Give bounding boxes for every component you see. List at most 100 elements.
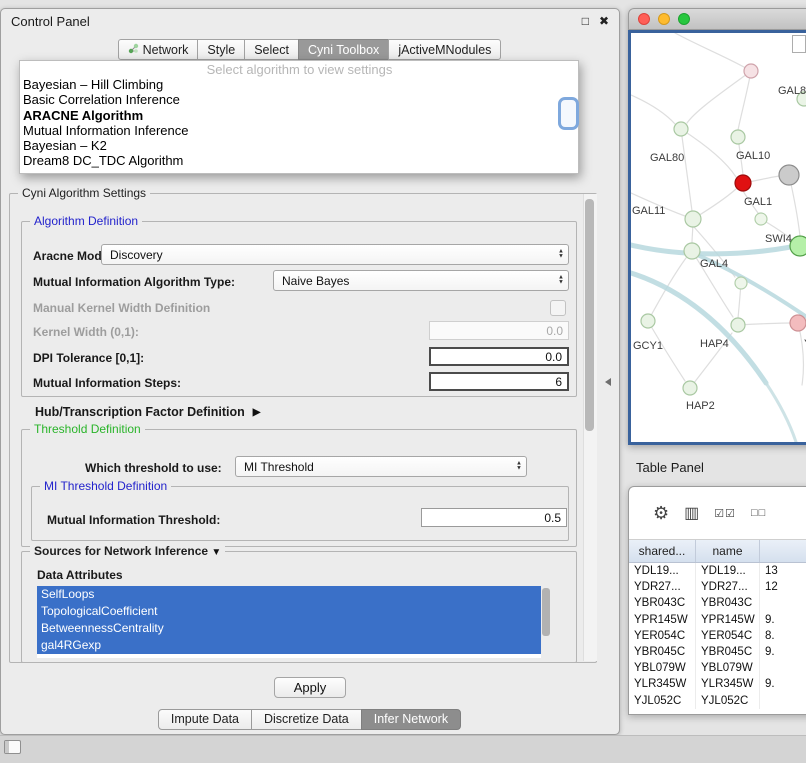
- bottom-tab-impute-data[interactable]: Impute Data: [158, 709, 252, 730]
- network-node[interactable]: [755, 213, 767, 225]
- dpi-tolerance-field[interactable]: [429, 347, 569, 366]
- close-traffic-light[interactable]: [638, 13, 650, 25]
- network-node[interactable]: [731, 130, 745, 144]
- attribute-item-betweennesscentrality[interactable]: BetweennessCentrality: [37, 620, 541, 637]
- algorithm-option-aracne-algorithm[interactable]: ARACNE Algorithm: [23, 108, 576, 123]
- network-edge[interactable]: [675, 33, 751, 71]
- table-row[interactable]: YBR043CYBR043C: [629, 595, 806, 611]
- table-row[interactable]: YJL052CYJL052C: [629, 693, 806, 709]
- aracne-mode-select[interactable]: Discovery ▲▼: [101, 244, 569, 265]
- network-edge[interactable]: [681, 129, 736, 177]
- apply-button[interactable]: Apply: [274, 677, 346, 698]
- table-cell: YPR145W: [629, 612, 696, 628]
- tab-select[interactable]: Select: [244, 39, 299, 60]
- column-header-2[interactable]: [760, 540, 806, 562]
- column-header-shared[interactable]: shared...: [629, 540, 696, 562]
- tab-jactivemnodules[interactable]: jActiveMNodules: [388, 39, 501, 60]
- network-node[interactable]: [641, 314, 655, 328]
- splitter-collapse-arrow[interactable]: [605, 378, 611, 386]
- network-node[interactable]: [731, 318, 745, 332]
- select-all-icon[interactable]: ☑☑: [714, 507, 736, 520]
- network-node[interactable]: [674, 122, 688, 136]
- node-label-gal8: GAL8: [778, 85, 806, 97]
- bottom-tab-infer-network[interactable]: Infer Network: [361, 709, 461, 730]
- network-edge[interactable]: [681, 129, 692, 211]
- network-edge[interactable]: [631, 95, 675, 124]
- network-node[interactable]: [735, 175, 751, 191]
- tab-network[interactable]: Network: [118, 39, 199, 60]
- network-node[interactable]: [735, 277, 747, 289]
- table-row[interactable]: YDR27...YDR27...12: [629, 579, 806, 595]
- tab-label: jActiveMNodules: [398, 43, 491, 57]
- group-title-sources[interactable]: Sources for Network Inference ▼: [30, 544, 225, 558]
- attribute-item-gal4rgexp[interactable]: gal4RGexp: [37, 637, 541, 654]
- network-edge[interactable]: [766, 383, 796, 442]
- table-row[interactable]: YER054CYER054C8.: [629, 628, 806, 644]
- tab-cyni-toolbox[interactable]: Cyni Toolbox: [298, 39, 389, 60]
- table-cell: [760, 660, 806, 676]
- gear-icon[interactable]: ⚙: [653, 503, 669, 524]
- table-row[interactable]: YBR045CYBR045C9.: [629, 644, 806, 660]
- network-node[interactable]: [790, 315, 806, 331]
- mi-algorithm-type-select[interactable]: Naive Bayes ▲▼: [273, 270, 569, 291]
- network-edge[interactable]: [798, 323, 803, 385]
- mi-steps-label: Mutual Information Steps:: [33, 376, 181, 390]
- network-edge[interactable]: [631, 273, 766, 383]
- network-node[interactable]: [685, 211, 701, 227]
- algorithm-option-bayesian-hill-climbing[interactable]: Bayesian – Hill Climbing: [23, 77, 576, 92]
- attribute-item-topologicalcoefficient[interactable]: TopologicalCoefficient: [37, 603, 541, 620]
- attributes-scrollbar-thumb[interactable]: [542, 588, 550, 636]
- group-title-threshold: Threshold Definition: [30, 422, 145, 436]
- table-header-row: shared...name: [629, 539, 806, 563]
- algorithm-option-bayesian-k2[interactable]: Bayesian – K2: [23, 138, 576, 153]
- float-window-icon[interactable]: □: [582, 14, 589, 28]
- control-panel-window: Control Panel □ ✖ NetworkStyleSelectCyni…: [0, 8, 620, 735]
- network-node[interactable]: [683, 381, 697, 395]
- algorithm-option-mutual-information-inference[interactable]: Mutual Information Inference: [23, 123, 576, 138]
- bottom-tab-discretize-data[interactable]: Discretize Data: [251, 709, 362, 730]
- manual-kernel-width-checkbox[interactable]: [550, 300, 566, 316]
- data-attributes-label: Data Attributes: [37, 568, 123, 582]
- close-window-icon[interactable]: ✖: [599, 14, 609, 28]
- data-attributes-list[interactable]: SelfLoopsTopologicalCoefficientBetweenne…: [37, 586, 551, 658]
- table-row[interactable]: YLR345WYLR345W9.: [629, 676, 806, 692]
- mi-threshold-field[interactable]: [421, 508, 567, 527]
- network-node[interactable]: [684, 243, 700, 259]
- group-title-mi-threshold: MI Threshold Definition: [40, 479, 171, 493]
- algorithm-option-dream8-dc-tdc-algorithm[interactable]: Dream8 DC_TDC Algorithm: [23, 153, 576, 168]
- hub-transcription-factor-section[interactable]: Hub/Transcription Factor Definition ▶: [35, 405, 260, 419]
- node-label-gcy1: GCY1: [633, 340, 663, 352]
- table-panel-window: ⚙ ▥ ☑☑ □□ shared...name YDL19...YDL19...…: [628, 486, 806, 715]
- table-cell: YBR045C: [629, 644, 696, 660]
- node-label-gal4: GAL4: [700, 258, 728, 270]
- table-row[interactable]: YDL19...YDL19...13: [629, 563, 806, 579]
- tab-style[interactable]: Style: [197, 39, 245, 60]
- help-button-fragment[interactable]: [558, 97, 579, 130]
- network-node[interactable]: [790, 236, 806, 256]
- table-cell: 9.: [760, 644, 806, 660]
- network-node[interactable]: [744, 64, 758, 78]
- deselect-all-icon[interactable]: □□: [751, 507, 766, 519]
- table-row[interactable]: YPR145WYPR145W9.: [629, 612, 806, 628]
- table-row[interactable]: YBL079WYBL079W: [629, 660, 806, 676]
- zoom-traffic-light[interactable]: [678, 13, 690, 25]
- network-edge[interactable]: [738, 323, 790, 325]
- network-graph[interactable]: GAL8GAL80GAL10GAL11GAL1SWI4GAL4GCY1HAP4H…: [631, 33, 806, 445]
- attribute-item-selfloops[interactable]: SelfLoops: [37, 586, 541, 603]
- which-threshold-select[interactable]: MI Threshold ▲▼: [235, 456, 527, 477]
- algorithm-option-basic-correlation-inference[interactable]: Basic Correlation Inference: [23, 92, 576, 107]
- panel-grip-icon[interactable]: [4, 740, 21, 754]
- network-node[interactable]: [779, 165, 799, 185]
- mi-steps-field[interactable]: [429, 372, 569, 391]
- column-header-name[interactable]: name: [696, 540, 760, 562]
- settings-scrollbar-thumb[interactable]: [585, 199, 594, 431]
- network-canvas[interactable]: GAL8GAL80GAL10GAL11GAL1SWI4GAL4GCY1HAP4H…: [628, 30, 806, 445]
- table-cell: 12: [760, 579, 806, 595]
- minimize-traffic-light[interactable]: [658, 13, 670, 25]
- table-cell: YLR345W: [696, 676, 760, 692]
- network-window-titlebar[interactable]: [628, 8, 806, 30]
- window-buttons: □ ✖: [582, 14, 609, 28]
- columns-icon[interactable]: ▥: [684, 503, 699, 523]
- table-cell: YBL079W: [696, 660, 760, 676]
- control-panel-titlebar[interactable]: Control Panel □ ✖: [1, 9, 619, 33]
